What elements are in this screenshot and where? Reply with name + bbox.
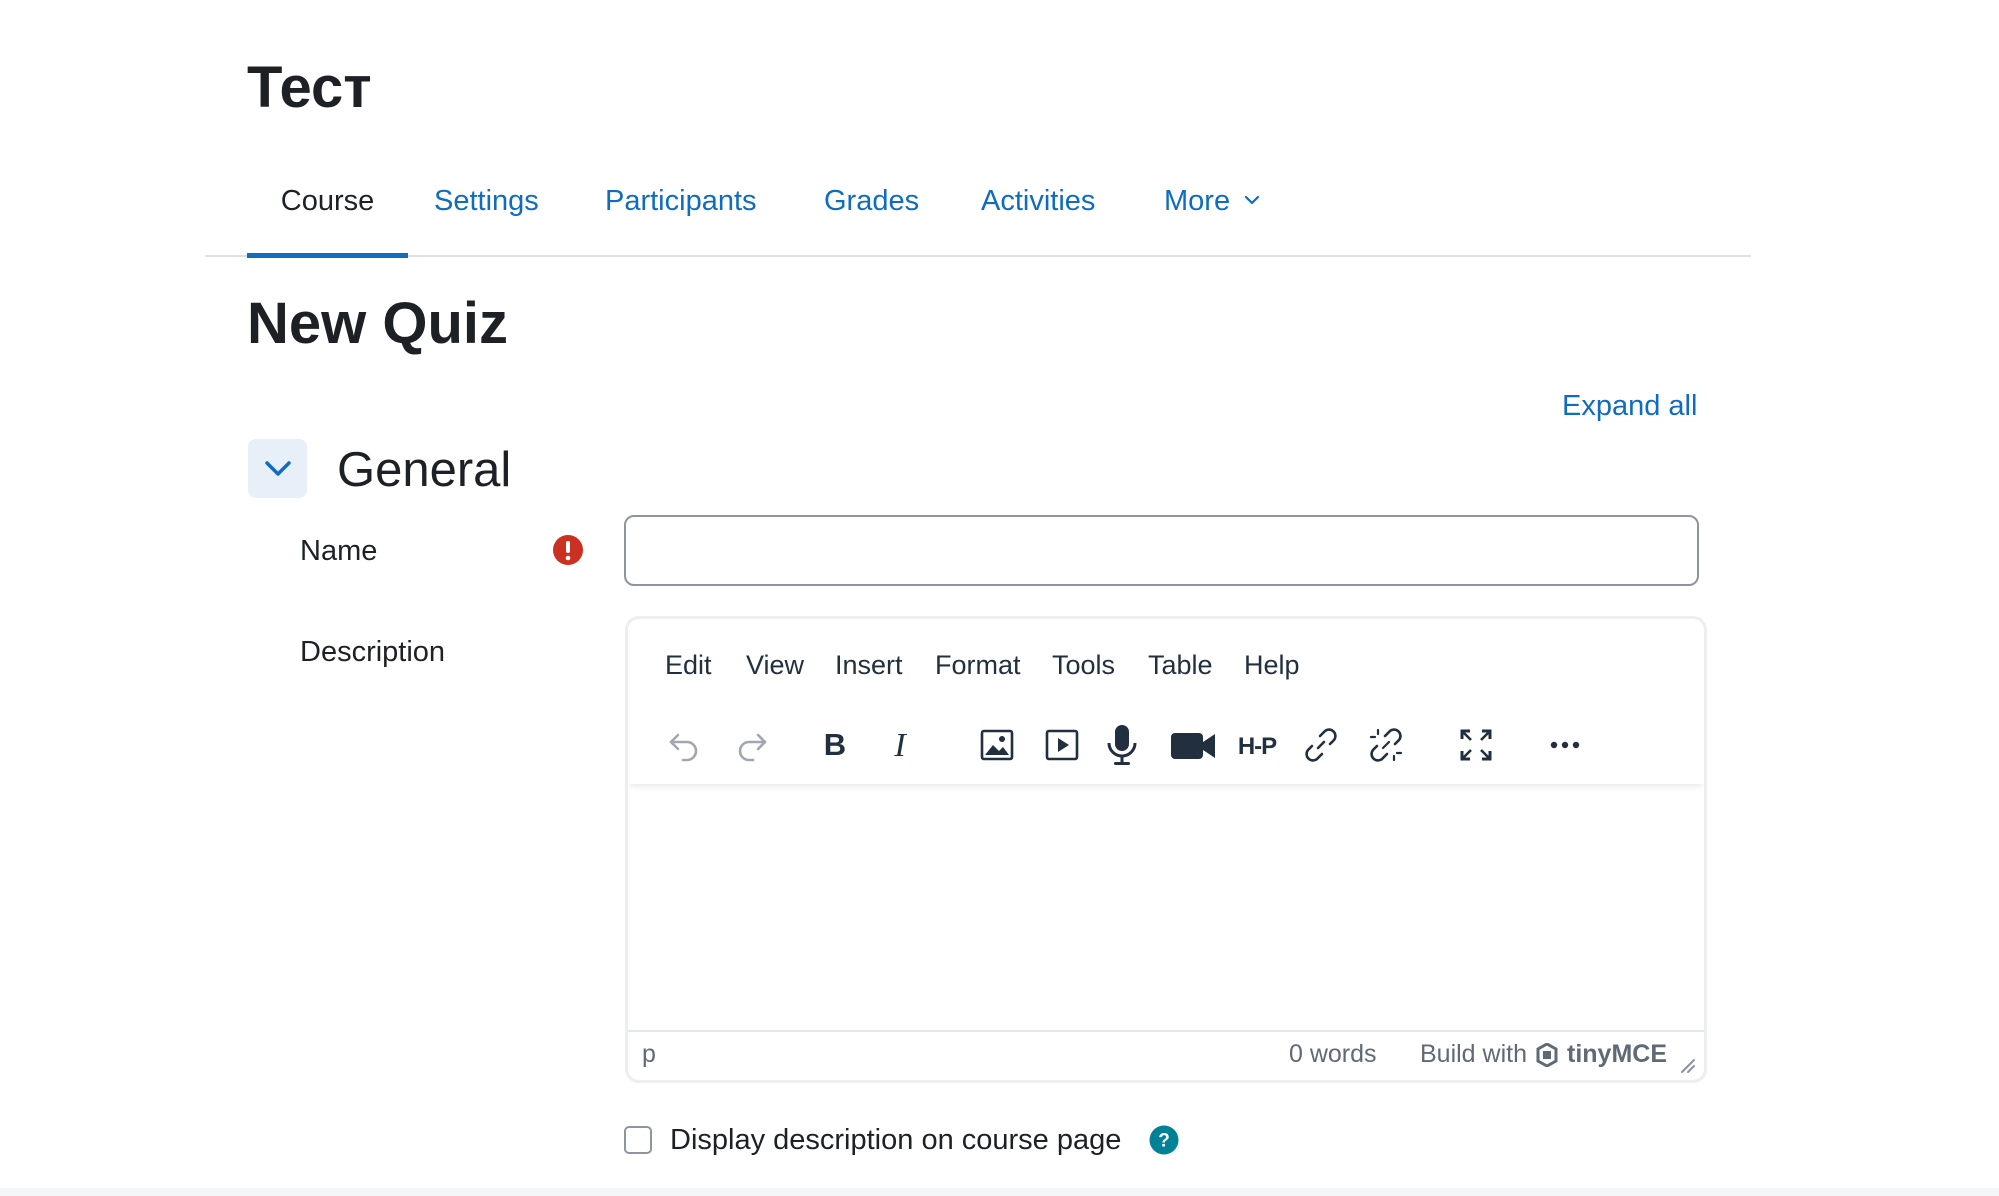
menu-tools[interactable]: Tools [1052,647,1115,683]
tinymce-branding[interactable]: Build with tinyMCE [1420,1040,1667,1069]
menu-insert[interactable]: Insert [835,647,903,683]
italic-icon: I [893,727,907,763]
display-description-row: Display description on course page ? [624,1120,1179,1160]
editor-statusbar: p 0 words Build with tinyMCE [628,1030,1704,1080]
resize-handle-icon[interactable] [1678,1056,1696,1074]
unlink-icon [1369,728,1403,762]
page: Тест Course Settings Participants Grades… [0,0,1999,1196]
redo-icon [738,733,767,762]
fullscreen-button[interactable] [1450,719,1502,771]
footer-band [0,1188,1999,1196]
menu-edit[interactable]: Edit [665,647,712,683]
svg-text:I: I [893,727,907,763]
tab-course[interactable]: Course [247,170,408,258]
unlink-button[interactable] [1360,719,1412,771]
expand-all-link[interactable]: Expand all [1562,386,1697,426]
tab-label: Settings [434,185,539,217]
name-label: Name [300,535,378,567]
more-toolbar-button[interactable] [1539,719,1591,771]
image-button[interactable] [971,719,1023,771]
tab-label: Participants [605,185,757,217]
branding-name: tinyMCE [1567,1040,1667,1068]
undo-button[interactable] [658,719,710,771]
menu-table[interactable]: Table [1148,647,1213,683]
secondary-navigation: Course Settings Participants Grades Acti… [205,170,1751,258]
media-button[interactable] [1036,719,1088,771]
tab-label: Activities [981,185,1096,217]
element-path[interactable]: p [642,1040,656,1069]
redo-button[interactable] [726,719,778,771]
course-title: Тест [247,55,372,120]
tinymce-logo-icon [1536,1042,1558,1067]
h5p-button[interactable]: H-P [1228,719,1286,771]
svg-text:?: ? [1159,1131,1171,1152]
page-heading: New Quiz [247,291,509,356]
tab-settings[interactable]: Settings [434,170,539,257]
help-icon[interactable]: ? [1149,1125,1179,1155]
menu-help[interactable]: Help [1244,647,1300,683]
description-editor: Edit View Insert Format Tools Table Help [625,616,1707,1083]
svg-text:H-P: H-P [1238,733,1277,760]
chevron-down-icon [264,460,291,476]
bold-button[interactable]: B [809,719,861,771]
media-icon [1045,729,1079,761]
fullscreen-icon [1460,729,1492,761]
undo-icon [669,733,698,762]
branding-prefix: Build with [1420,1040,1527,1068]
word-count[interactable]: 0 words [1289,1040,1377,1069]
display-description-checkbox[interactable] [624,1126,652,1154]
video-camera-icon [1171,733,1215,759]
more-icon [1550,741,1580,749]
editor-content-area[interactable] [628,787,1704,1035]
tab-participants[interactable]: Participants [605,170,757,257]
italic-button[interactable]: I [874,719,926,771]
bold-icon: B [824,727,846,762]
h5p-icon: H-P [1238,733,1278,760]
editor-menubar: Edit View Insert Format Tools Table Help [628,619,1704,709]
tab-grades[interactable]: Grades [824,170,919,257]
image-icon [980,729,1014,761]
chevron-down-icon [1245,196,1260,205]
link-icon [1305,728,1337,762]
section-title-general: General [337,443,512,497]
link-button[interactable] [1295,719,1347,771]
microphone-icon [1107,725,1137,765]
record-video-button[interactable] [1163,719,1223,771]
name-input[interactable] [624,515,1699,586]
section-collapse-toggle[interactable] [248,439,307,498]
tab-label: Grades [824,185,920,217]
description-label: Description [300,636,446,668]
menu-format[interactable]: Format [935,647,1021,683]
tab-more[interactable]: More [1164,170,1260,257]
required-icon [553,535,583,565]
tab-label: Course [280,185,375,217]
tab-activities[interactable]: Activities [981,170,1095,257]
display-description-label[interactable]: Display description on course page [670,1120,1121,1160]
editor-toolbar: B I H-P [628,709,1704,784]
svg-text:B: B [824,727,846,762]
menu-view[interactable]: View [746,647,804,683]
record-audio-button[interactable] [1096,719,1148,771]
tab-label: More [1164,185,1231,217]
